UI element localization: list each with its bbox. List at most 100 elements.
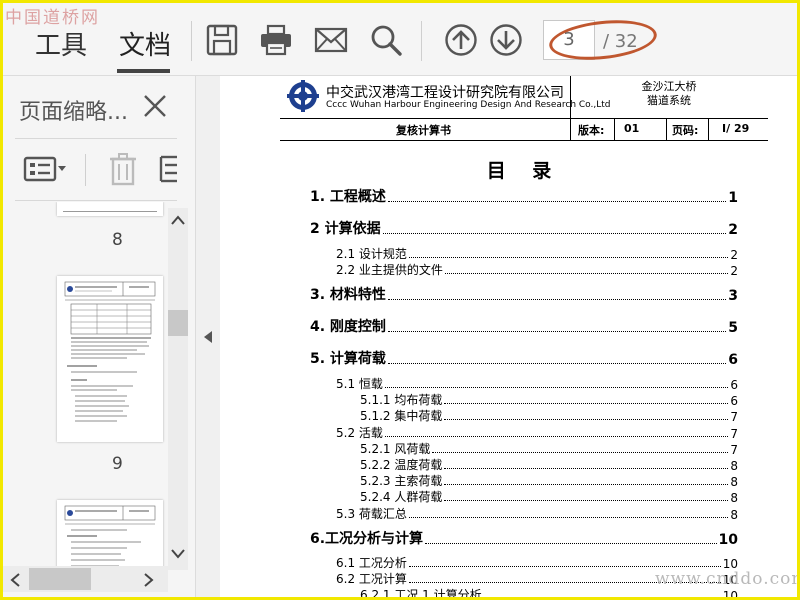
toc-entry[interactable]: 5.2.4 人群荷载 8	[360, 488, 738, 505]
toc-leader-dots	[432, 452, 729, 453]
toc-entry-page: 8	[730, 508, 738, 522]
chevron-down-icon[interactable]	[170, 548, 186, 560]
sidebar-collapse-strip[interactable]	[196, 76, 220, 597]
arrow-down-circle-icon[interactable]	[489, 23, 523, 57]
toc-entry-page: 10	[722, 589, 738, 597]
toc-leader-dots	[382, 233, 727, 234]
toolbar: 中国道桥网 工具 文档 3 / 32	[3, 3, 797, 76]
version-value: 01	[624, 122, 640, 135]
toc-leader-dots	[444, 468, 729, 469]
toc-entry-title: 2 计算依据	[310, 221, 381, 237]
mail-icon[interactable]	[314, 23, 348, 57]
chevron-left-icon[interactable]	[9, 572, 21, 588]
toc-entry-page: 10	[718, 532, 738, 548]
toc-entry-title: 3. 材料特性	[310, 287, 386, 303]
toc-entry-page: 8	[730, 459, 738, 473]
toc-entry-page: 1	[728, 190, 738, 206]
toc-entry[interactable]: 5. 计算荷载 6	[310, 348, 738, 368]
sidebar-horizontal-scrollbar[interactable]	[3, 566, 168, 592]
page-header: 中交武汉港湾工程设计研究院有限公司 Cccc Wuhan Harbour Eng…	[280, 76, 768, 141]
toc-entry[interactable]: 6.工况分析与计算 10	[310, 528, 738, 548]
tab-tools[interactable]: 工具	[35, 25, 87, 62]
toc-entry[interactable]: 2 计算依据 2	[310, 218, 738, 238]
toc-entry-title: 5.1.1 均布荷载	[360, 393, 443, 407]
toc-entry[interactable]: 1. 工程概述 1	[310, 186, 738, 206]
print-icon[interactable]	[259, 23, 293, 57]
app-window: 中国道桥网 工具 文档 3 / 32 页面缩略... 8 9 中交武汉港湾工程设…	[0, 0, 800, 600]
page-label: 页码:	[672, 124, 699, 137]
toc-leader-dots	[387, 331, 727, 332]
toc-entry-page: 7	[730, 410, 738, 424]
toc-leader-dots	[387, 363, 727, 364]
toc-entry-title: 5.2.2 温度荷载	[360, 458, 443, 472]
toc-entry-title: 6.2 工况计算	[336, 572, 407, 586]
toc-entry-title: 2.1 设计规范	[336, 247, 407, 261]
toc-entry-page: 5	[728, 320, 738, 336]
chevron-up-icon[interactable]	[170, 214, 186, 226]
sidebar-tool-divider	[85, 154, 86, 186]
toc-entry-title: 5. 计算荷载	[310, 351, 386, 367]
toc-entry-title: 4. 刚度控制	[310, 319, 386, 335]
toc-entry[interactable]: 5.2.1 风荷载 7	[360, 440, 738, 457]
thumbnail-page-8[interactable]	[57, 202, 163, 216]
toc-leader-dots	[425, 543, 717, 544]
toc-entry-page: 6	[730, 378, 738, 392]
toc-entry-page: 7	[730, 427, 738, 441]
toc-leader-dots	[444, 500, 729, 501]
save-icon[interactable]	[205, 23, 239, 57]
arrow-up-circle-icon[interactable]	[444, 23, 478, 57]
toc-entry[interactable]: 5.2 活载 7	[336, 424, 738, 441]
tab-document[interactable]: 文档	[119, 25, 171, 62]
toc-entry-title: 2.2 业主提供的文件	[336, 263, 443, 277]
doc-type: 复核计算书	[396, 124, 451, 137]
toc-entry[interactable]: 5.1 恒载 6	[336, 375, 738, 392]
insert-page-icon[interactable]	[159, 151, 177, 187]
thumbnail-page-9[interactable]	[57, 276, 163, 442]
search-icon[interactable]	[369, 23, 403, 57]
scrollbar-thumb[interactable]	[29, 568, 91, 590]
toc-entry-title: 5.2 活载	[336, 426, 383, 440]
toc-leader-dots	[387, 299, 727, 300]
toc-entry[interactable]: 4. 刚度控制 5	[310, 316, 738, 336]
thumbnail-page-10[interactable]	[57, 500, 163, 572]
toolbar-divider	[421, 21, 422, 61]
header-divider	[614, 118, 615, 140]
active-tab-indicator	[117, 69, 170, 73]
thumbnail-sidebar: 页面缩略... 8 9	[3, 76, 196, 597]
toc-entry[interactable]: 5.2.3 主索荷载 8	[360, 472, 738, 489]
thumbnail-list: 8 9	[3, 202, 168, 572]
sidebar-title: 页面缩略...	[19, 100, 128, 125]
chevron-right-icon[interactable]	[143, 572, 155, 588]
toc-leader-dots	[408, 517, 729, 518]
close-icon[interactable]	[141, 92, 169, 120]
toc-entry-page: 3	[728, 288, 738, 304]
toc-entry[interactable]: 5.1.1 均布荷载 6	[360, 391, 738, 408]
thumbnail-options-icon[interactable]	[23, 151, 69, 187]
toc-entry-title: 6.1 工况分析	[336, 556, 407, 570]
toc-leader-dots	[444, 419, 729, 420]
trash-icon[interactable]	[107, 151, 139, 187]
toc-entry[interactable]: 3. 材料特性 3	[310, 284, 738, 304]
collapse-sidebar-icon[interactable]	[203, 330, 213, 344]
toc-entry[interactable]: 2.2 业主提供的文件 2	[336, 261, 738, 278]
document-view[interactable]: 中交武汉港湾工程设计研究院有限公司 Cccc Wuhan Harbour Eng…	[220, 76, 797, 597]
sidebar-vertical-scrollbar[interactable]	[168, 208, 188, 570]
toc-entry-page: 2	[730, 248, 738, 262]
thumbnail-preview	[64, 505, 156, 572]
toolbar-divider	[191, 21, 192, 61]
toc-entry[interactable]: 2.1 设计规范 2	[336, 245, 738, 262]
toc-entry[interactable]: 5.2.2 温度荷载 8	[360, 456, 738, 473]
scrollbar-thumb[interactable]	[168, 310, 188, 336]
toc-entry-title: 6.工况分析与计算	[310, 531, 424, 547]
toc-entry[interactable]: 5.1.2 集中荷载 7	[360, 407, 738, 424]
toc-entry-page: 7	[730, 443, 738, 457]
project-name: 金沙江大桥 猫道系统	[570, 80, 768, 108]
toc-leader-dots	[384, 436, 729, 437]
toc-entry-title: 5.2.1 风荷载	[360, 442, 431, 456]
toc-leader-dots	[444, 273, 729, 274]
toc-entry[interactable]: 5.3 荷载汇总 8	[336, 505, 738, 522]
company-name-cn: 中交武汉港湾工程设计研究院有限公司	[326, 85, 564, 101]
toc-entry-title: 5.1.2 集中荷载	[360, 409, 443, 423]
toc-entry-page: 2	[728, 222, 738, 238]
toc-entry-page: 8	[730, 475, 738, 489]
